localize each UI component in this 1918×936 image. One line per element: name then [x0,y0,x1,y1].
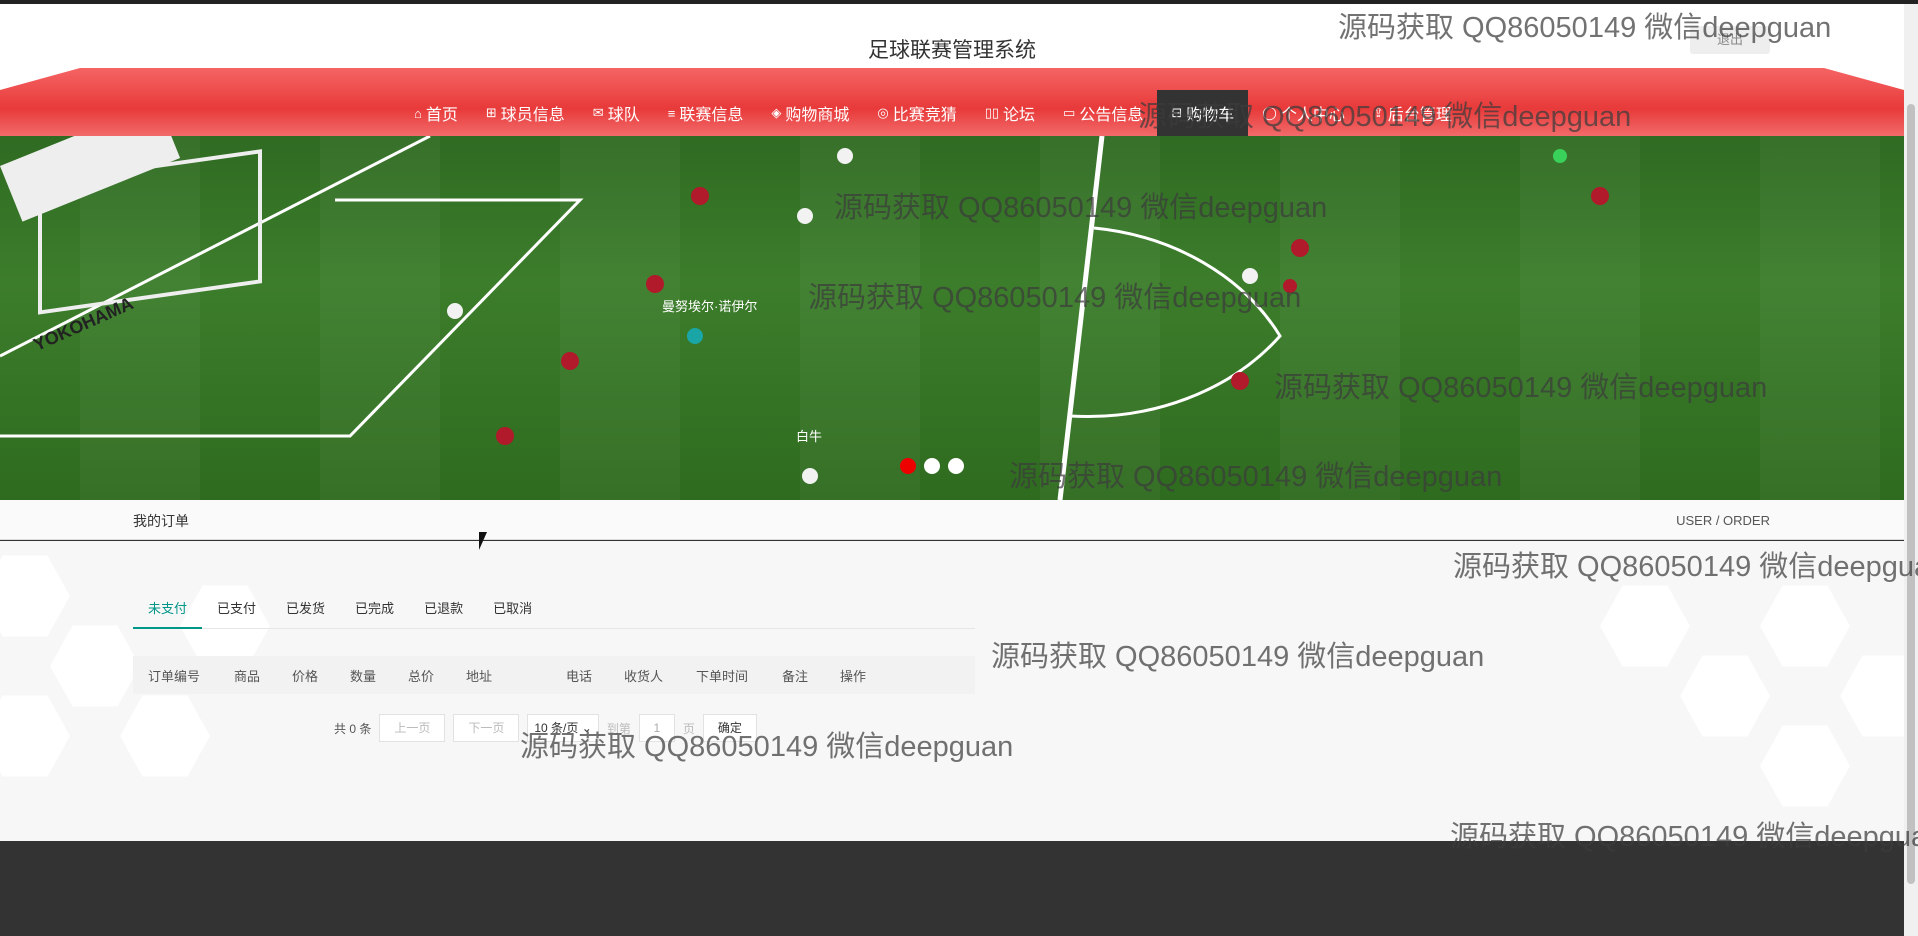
watermark: 源码获取 QQ86050149 微信deepguan [1274,372,1768,404]
prev-page-button[interactable]: 上一页 [379,714,446,742]
player-label: 白牛 [796,429,823,444]
watermark: 源码获取 QQ86050149 微信deepguan [834,192,1328,224]
order-status-tabs: 未支付 已支付 已发货 已完成 已退款 已取消 [133,595,975,629]
order-tab[interactable]: 已完成 [340,595,409,629]
nav-item[interactable]: ◈ 购物商城 [757,90,863,136]
watermark: 源码获取 QQ86050149 微信deepguan [1453,551,1918,583]
sliders-icon: ≡ [667,105,676,121]
table-column-header: 备注 [782,668,809,684]
watermark: 源码获取 QQ86050149 微信deepguan [1138,101,1632,133]
table-column-header: 地址 [466,668,493,684]
scrollbar[interactable] [1904,4,1918,936]
orders-panel: 未支付 已支付 已发货 已完成 已退款 已取消 订单编号 商品 价格 数量 总价 地址 电话 收货人 下单… [0,541,1904,841]
nav-decor-left [0,68,80,90]
nav-item-label: 论坛 [1003,107,1036,124]
order-tab[interactable]: 未支付 [133,595,203,629]
carousel-dots [900,458,964,474]
nav-item[interactable]: ✉ 球队 [579,90,654,136]
section-header: 我的订单 USER / ORDER [0,500,1904,540]
mail-icon: ✉ [592,105,604,120]
nav-item[interactable]: ◎ 比赛竞猜 [863,90,970,136]
nav-item-label: 购物商城 [785,107,850,124]
carousel-dot[interactable] [948,458,964,474]
columns-icon: ▯▯ [984,105,1000,120]
home-icon: ⌂ [414,105,422,121]
scrollbar-thumb[interactable] [1907,104,1915,884]
order-tab[interactable]: 已支付 [202,595,271,629]
tag-icon: ◈ [771,105,782,120]
nav-item[interactable]: ⊞ 球员信息 [472,90,579,136]
nav-item-label: 球队 [607,107,640,124]
total-count: 共 0 条 [334,721,372,736]
orders-table-header: 订单编号 商品 价格 数量 总价 地址 电话 收货人 下单时间 备注 操作 [133,656,975,694]
nav-item[interactable]: ▯▯ 论坛 [971,90,1049,136]
table-column-header: 订单编号 [148,668,201,684]
palette-icon: ◎ [877,105,889,120]
order-tab[interactable]: 已取消 [478,595,547,629]
nav-item[interactable]: ≡ 联赛信息 [654,90,758,136]
table-column-header: 价格 [292,668,319,684]
footer [0,841,1918,936]
nav-decor-right [1824,68,1904,90]
breadcrumb: USER / ORDER [1676,513,1770,528]
order-tab[interactable]: 已退款 [409,595,478,629]
watermark: 源码获取 QQ86050149 微信deepguan [808,282,1302,314]
table-column-header: 收货人 [624,668,664,684]
nav-item[interactable]: ⌂ 首页 [400,90,472,136]
book-icon: ▭ [1063,105,1076,120]
table-column-header: 电话 [566,668,593,684]
mouse-cursor [479,532,487,550]
nav-item-label: 公告信息 [1079,107,1144,124]
watermark: 源码获取 QQ86050149 微信deepguan [520,731,1014,763]
table-column-header: 数量 [350,668,377,684]
nav-item-label: 比赛竞猜 [892,107,957,124]
table-column-header: 总价 [408,668,435,684]
section-title: 我的订单 [133,513,189,529]
gift-icon: ⊞ [485,105,497,120]
nav-item-label: 联赛信息 [679,107,744,124]
table-column-header: 下单时间 [696,668,749,684]
table-column-header: 操作 [840,668,867,684]
order-tab[interactable]: 已发货 [271,595,340,629]
carousel-dot[interactable] [924,458,940,474]
table-column-header: 商品 [234,668,261,684]
watermark: 源码获取 QQ86050149 微信deepguan [1338,12,1832,44]
watermark: 源码获取 QQ86050149 微信deepguan [1450,821,1918,853]
player-label: 曼努埃尔·诺伊尔 [662,299,758,314]
carousel-dot[interactable] [900,458,916,474]
next-page-button[interactable]: 下一页 [453,714,520,742]
watermark: 源码获取 QQ86050149 微信deepguan [1009,461,1503,493]
nav-item-label: 球员信息 [500,107,565,124]
watermark: 源码获取 QQ86050149 微信deepguan [991,641,1485,673]
nav-item-label: 首页 [425,107,458,124]
